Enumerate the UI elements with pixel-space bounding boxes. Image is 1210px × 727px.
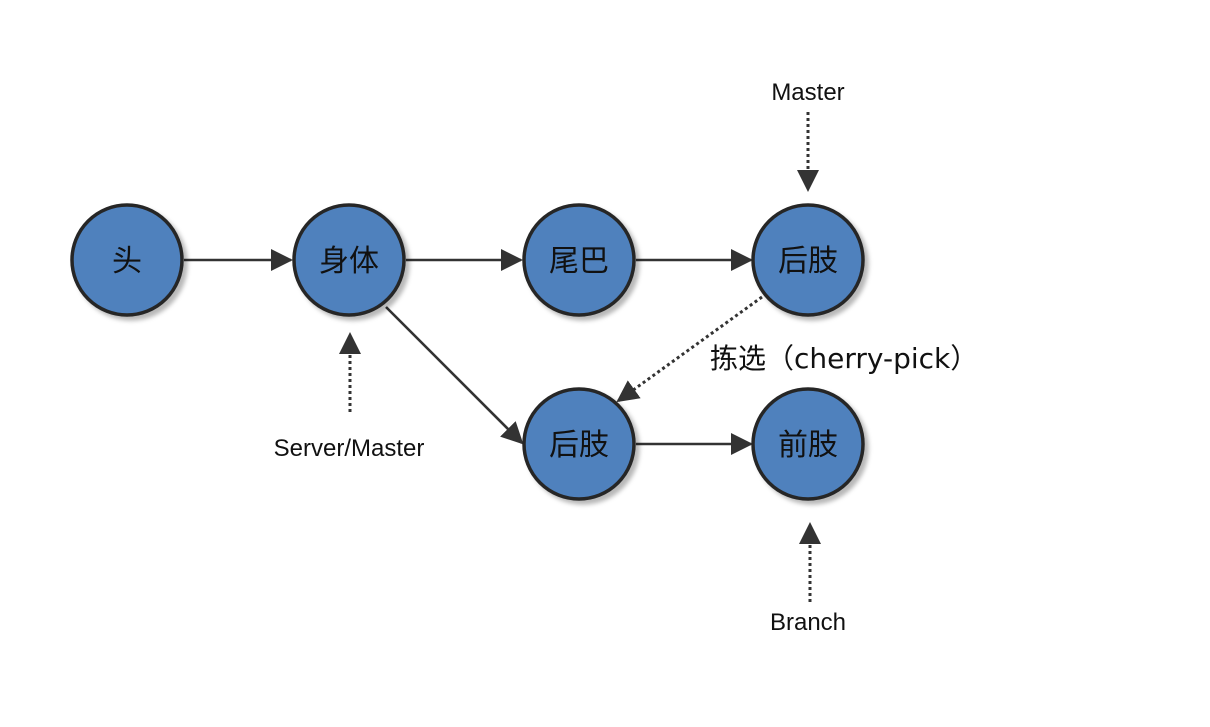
node-hindlimb-master-label: 后肢 <box>778 244 838 279</box>
node-body-label: 身体 <box>319 244 379 279</box>
node-hindlimb-branch-label: 后肢 <box>549 428 609 463</box>
node-body: 身体 <box>292 203 406 317</box>
edge-body-to-hindlimb-branch <box>385 306 524 445</box>
node-tail: 尾巴 <box>522 203 636 317</box>
node-head-label: 头 <box>112 244 142 279</box>
node-head: 头 <box>70 203 184 317</box>
pointer-master-label: Master <box>771 79 844 106</box>
git-cherry-pick-diagram: 头 身体 尾巴 后肢 后肢 前肢 Master Server/Master Br… <box>70 79 978 636</box>
node-hindlimb-branch: 后肢 <box>522 387 636 501</box>
node-forelimb: 前肢 <box>751 387 865 501</box>
pointer-server-master-label: Server/Master <box>274 435 425 462</box>
node-hindlimb-master: 后肢 <box>751 203 865 317</box>
cherry-pick-label: 拣选（cherry-pick） <box>710 342 978 375</box>
node-forelimb-label: 前肢 <box>778 428 838 463</box>
pointer-branch-label: Branch <box>770 609 846 636</box>
node-tail-label: 尾巴 <box>549 244 609 279</box>
